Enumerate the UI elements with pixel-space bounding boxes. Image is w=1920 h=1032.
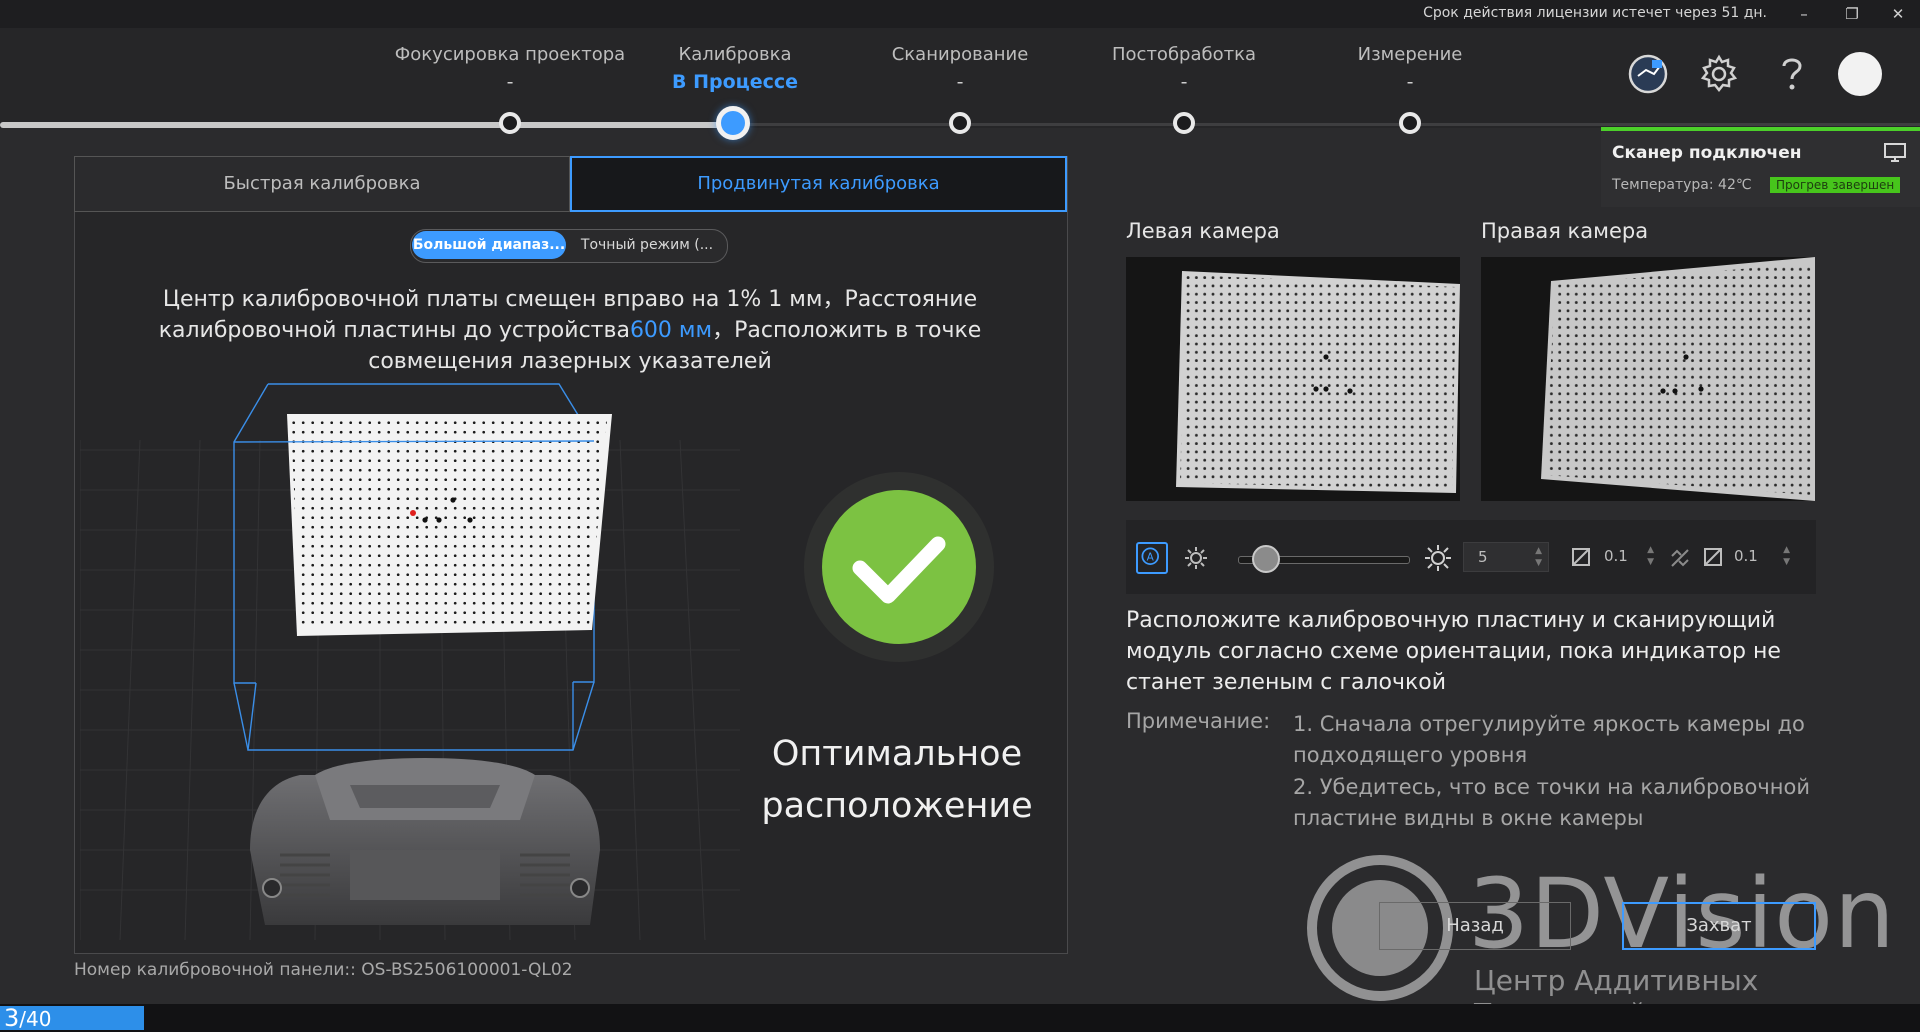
model-icon[interactable] xyxy=(1626,52,1670,96)
placement-instruction: Расположите калибровочную пластину и ска… xyxy=(1126,608,1781,695)
scanner-status-title: Сканер подключен xyxy=(1612,143,1802,163)
spin-arrows-icon[interactable]: ▲ ▼ xyxy=(1535,545,1542,569)
exposure-left-spinbox[interactable]: 0.1 ▲ ▼ xyxy=(1590,542,1660,572)
calibration-board xyxy=(287,414,612,636)
panel-number-label: Номер калибровочной панели:: xyxy=(74,960,356,980)
note-item-2: 2. Убедитесь, что все точки на калиброво… xyxy=(1293,775,1811,830)
brightness-low-icon xyxy=(1185,547,1207,569)
step-node-focus[interactable] xyxy=(499,112,521,134)
step-label-measurement[interactable]: Измерение xyxy=(1290,44,1530,65)
mode-wide-range[interactable]: Большой диапаз... xyxy=(412,231,566,259)
spin-arrows-icon[interactable]: ▲ ▼ xyxy=(1647,544,1654,568)
footer-bar xyxy=(0,1004,1920,1032)
tab-quick-calibration[interactable]: Быстрая калибровка xyxy=(74,156,570,212)
left-camera-view xyxy=(1126,257,1460,501)
instruction-distance: 600 мм xyxy=(629,318,713,343)
tab-advanced-calibration[interactable]: Продвинутая калибровка xyxy=(570,156,1067,212)
step-status-focus: - xyxy=(506,71,514,93)
svg-text:A: A xyxy=(1147,552,1155,564)
step-status-postprocessing: - xyxy=(1180,71,1188,93)
panel-number: Номер калибровочной панели:: OS-BS250610… xyxy=(74,960,573,980)
note-label: Примечание: xyxy=(1126,709,1271,733)
link-broken-icon[interactable] xyxy=(1666,544,1694,572)
restore-button[interactable]: ❐ xyxy=(1834,2,1870,26)
orientation-scene xyxy=(80,383,740,940)
step-status-measurement: - xyxy=(1406,71,1414,93)
step-label-postprocessing[interactable]: Постобработка xyxy=(1064,44,1304,65)
progress-track-remaining xyxy=(735,123,1920,126)
step-node-scanning[interactable] xyxy=(949,112,971,134)
step-node-calibration[interactable] xyxy=(716,106,750,140)
scanner-status-panel xyxy=(1601,127,1920,207)
close-button[interactable]: ✕ xyxy=(1880,2,1916,26)
brightness-high-icon xyxy=(1425,545,1451,571)
step-node-postprocessing[interactable] xyxy=(1173,112,1195,134)
right-camera-label: Правая камера xyxy=(1481,219,1649,243)
ok-check-icon xyxy=(804,472,994,662)
progress-track-completed xyxy=(0,122,735,128)
spin-arrows-icon[interactable]: ▲ ▼ xyxy=(1783,544,1790,568)
scanner-device-illustration xyxy=(250,758,600,925)
step-node-measurement[interactable] xyxy=(1399,112,1421,134)
note-item-1: 1. Сначала отрегулируйте яркость камеры … xyxy=(1293,712,1805,767)
page-current: 3 xyxy=(4,1004,20,1032)
scanner-temperature: Температура: 42℃ xyxy=(1612,177,1752,193)
brightness-value: 5 xyxy=(1478,548,1488,566)
step-label-scanning[interactable]: Сканирование xyxy=(840,44,1080,65)
placement-status: Оптимальное расположение xyxy=(761,734,1033,826)
auto-exposure-button[interactable]: A xyxy=(1136,542,1168,574)
monitor-icon[interactable] xyxy=(1884,143,1906,163)
calibration-instruction: Центр калибровочной платы смещен вправо … xyxy=(140,284,1000,377)
capture-button[interactable]: Захват xyxy=(1622,902,1816,950)
brightness-spinbox[interactable]: 5 ▲ ▼ xyxy=(1463,542,1549,572)
left-camera-label: Левая камера xyxy=(1126,219,1280,243)
mode-precise[interactable]: Точный режим (... xyxy=(572,231,722,259)
panel-number-value: OS-BS2506100001-QL02 xyxy=(361,960,573,980)
step-label-calibration[interactable]: Калибровка xyxy=(615,44,855,65)
exposure-left-value: 0.1 xyxy=(1604,547,1628,565)
step-status-scanning: - xyxy=(956,71,964,93)
step-label-focus[interactable]: Фокусировка проектора xyxy=(390,44,630,65)
gear-icon[interactable] xyxy=(1697,52,1741,96)
page-total: /40 xyxy=(19,1007,52,1031)
exposure-right-spinbox[interactable]: 0.1 ▲ ▼ xyxy=(1720,542,1796,572)
warmup-badge: Прогрев завершен xyxy=(1770,177,1901,193)
license-notice: Срок действия лицензии истечет через 51 … xyxy=(1423,5,1767,21)
help-icon[interactable] xyxy=(1770,52,1814,96)
avatar[interactable] xyxy=(1838,52,1882,96)
minimize-button[interactable]: – xyxy=(1786,2,1822,26)
page-counter: 3/40 xyxy=(4,1004,51,1032)
step-status-calibration: В Процессе xyxy=(671,71,799,93)
back-button[interactable]: Назад xyxy=(1379,902,1571,950)
exposure-right-value: 0.1 xyxy=(1734,547,1758,565)
right-camera-view xyxy=(1481,257,1815,501)
